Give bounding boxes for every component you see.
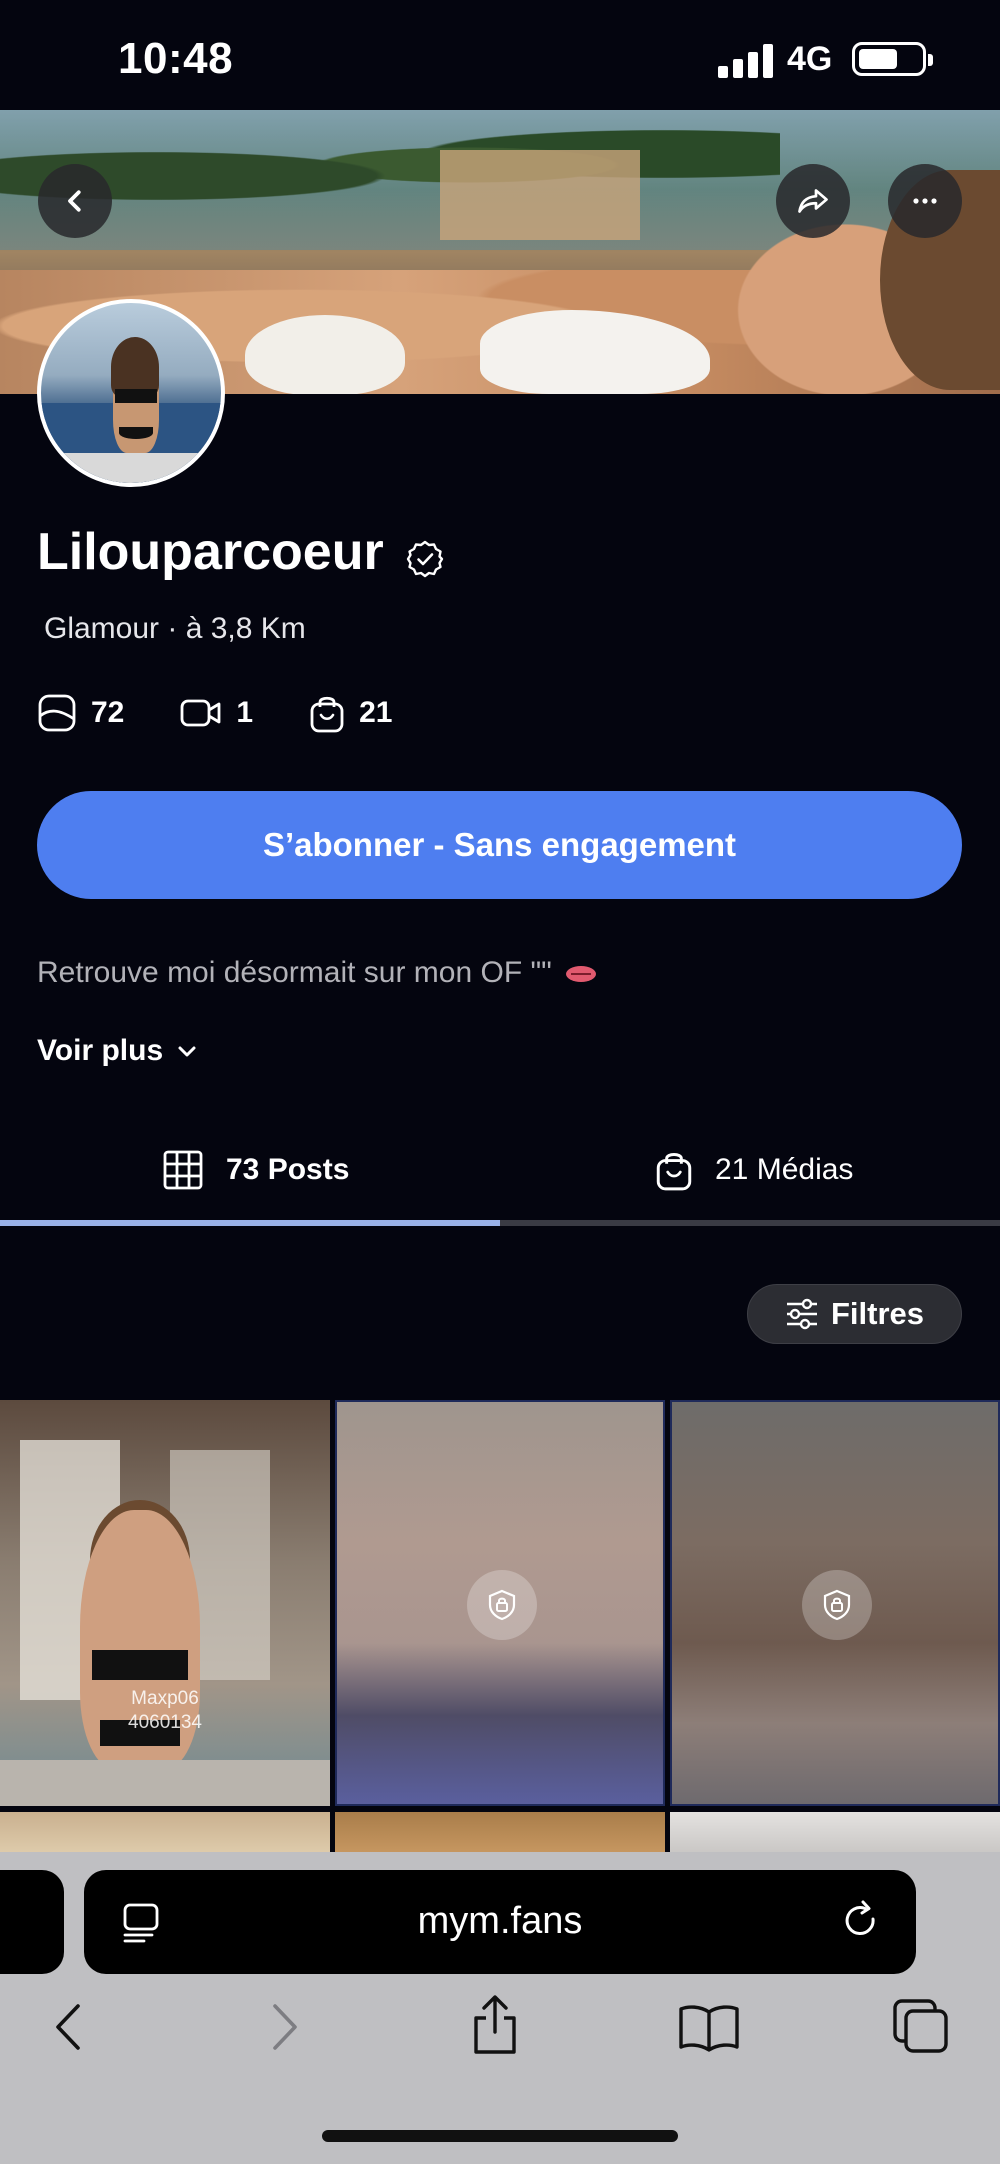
profile-category: Glamour (44, 612, 160, 645)
more-button[interactable] (888, 164, 962, 238)
content-tabs: 73 Posts 21 Médias (0, 1120, 1000, 1230)
grid-post[interactable] (0, 1812, 330, 1852)
home-indicator (322, 2130, 678, 2142)
grid-post[interactable] (670, 1812, 1000, 1852)
chevron-down-icon (178, 1046, 196, 1057)
tab-indicator (0, 1220, 1000, 1226)
profile-name: Lilouparcoeur (37, 523, 384, 581)
tab-media-label: 21 Médias (715, 1153, 854, 1186)
reload-icon[interactable] (838, 1898, 884, 1944)
stat-posts-count: 72 (91, 696, 125, 729)
video-icon (180, 699, 221, 727)
profile-bio: Retrouve moi désormait sur mon OF "" (37, 956, 596, 990)
grid-icon (163, 1150, 203, 1190)
stat-media-count: 21 (359, 696, 393, 729)
lock-icon (802, 1570, 872, 1640)
bag-icon (310, 696, 344, 733)
tab-posts[interactable]: 73 Posts (162, 1120, 349, 1220)
grid-post[interactable]: Maxp06 4060134 (0, 1400, 330, 1806)
profile-distance: à 3,8 Km (185, 612, 306, 645)
stat-posts: 72 (37, 693, 124, 733)
back-button[interactable] (38, 164, 112, 238)
photo-icon (38, 694, 76, 732)
verified-icon (406, 540, 444, 578)
tabs-icon[interactable] (892, 1998, 950, 2054)
profile-meta: Glamour · à 3,8 Km (44, 612, 306, 646)
see-more-button[interactable]: Voir plus (37, 1034, 199, 1068)
post-watermark: Maxp06 4060134 (128, 1687, 202, 1735)
grid-post-locked[interactable] (670, 1400, 1000, 1806)
browser-toolbar: mym.fans (0, 1852, 1000, 2164)
browser-share-icon[interactable] (468, 1994, 522, 2056)
tab-posts-label: 73 Posts (226, 1153, 350, 1186)
lock-icon (467, 1570, 537, 1640)
browser-forward-icon[interactable] (265, 2002, 305, 2052)
address-bar[interactable]: mym.fans (84, 1870, 916, 1974)
share-button[interactable] (776, 164, 850, 238)
status-bar: 10:48 4G (0, 0, 1000, 110)
more-icon (913, 198, 937, 204)
bookmarks-icon[interactable] (678, 2002, 740, 2052)
avatar[interactable] (37, 299, 225, 487)
bio-text: Retrouve moi désormait sur mon OF "" (37, 956, 552, 989)
battery-icon (852, 42, 933, 76)
grid-post[interactable] (335, 1812, 665, 1852)
network-label: 4G (787, 40, 833, 78)
watermark-line1: Maxp06 (131, 1688, 199, 1709)
watermark-line2: 4060134 (128, 1712, 202, 1733)
subscribe-button[interactable]: S’abonner - Sans engagement (37, 791, 962, 899)
filters-label: Filtres (830, 1296, 925, 1331)
signal-icon (718, 44, 774, 78)
meta-separator: · (167, 612, 186, 645)
status-time: 10:48 (118, 34, 234, 83)
stat-media: 21 (309, 693, 392, 733)
lips-icon (565, 966, 596, 983)
tab-indicator-active (0, 1220, 500, 1226)
url-text: mym.fans (417, 1900, 583, 1942)
share-icon (798, 189, 828, 213)
back-icon (68, 190, 81, 212)
profile-stats: 72 1 21 (37, 688, 448, 738)
bio-fade (0, 1010, 1000, 1028)
stat-videos-count: 1 (236, 696, 254, 729)
tab-media[interactable]: 21 Médias (655, 1120, 853, 1220)
see-more-label: Voir plus (37, 1034, 164, 1067)
bag-icon (656, 1153, 692, 1191)
browser-back-icon[interactable] (48, 2002, 88, 2052)
posts-grid: Maxp06 4060134 (0, 1400, 1000, 1852)
previous-tab-peek[interactable] (0, 1870, 64, 1974)
filters-icon (786, 1298, 817, 1330)
stat-videos: 1 (180, 696, 253, 730)
grid-post-locked[interactable] (335, 1400, 665, 1806)
filters-button[interactable]: Filtres (747, 1284, 962, 1344)
